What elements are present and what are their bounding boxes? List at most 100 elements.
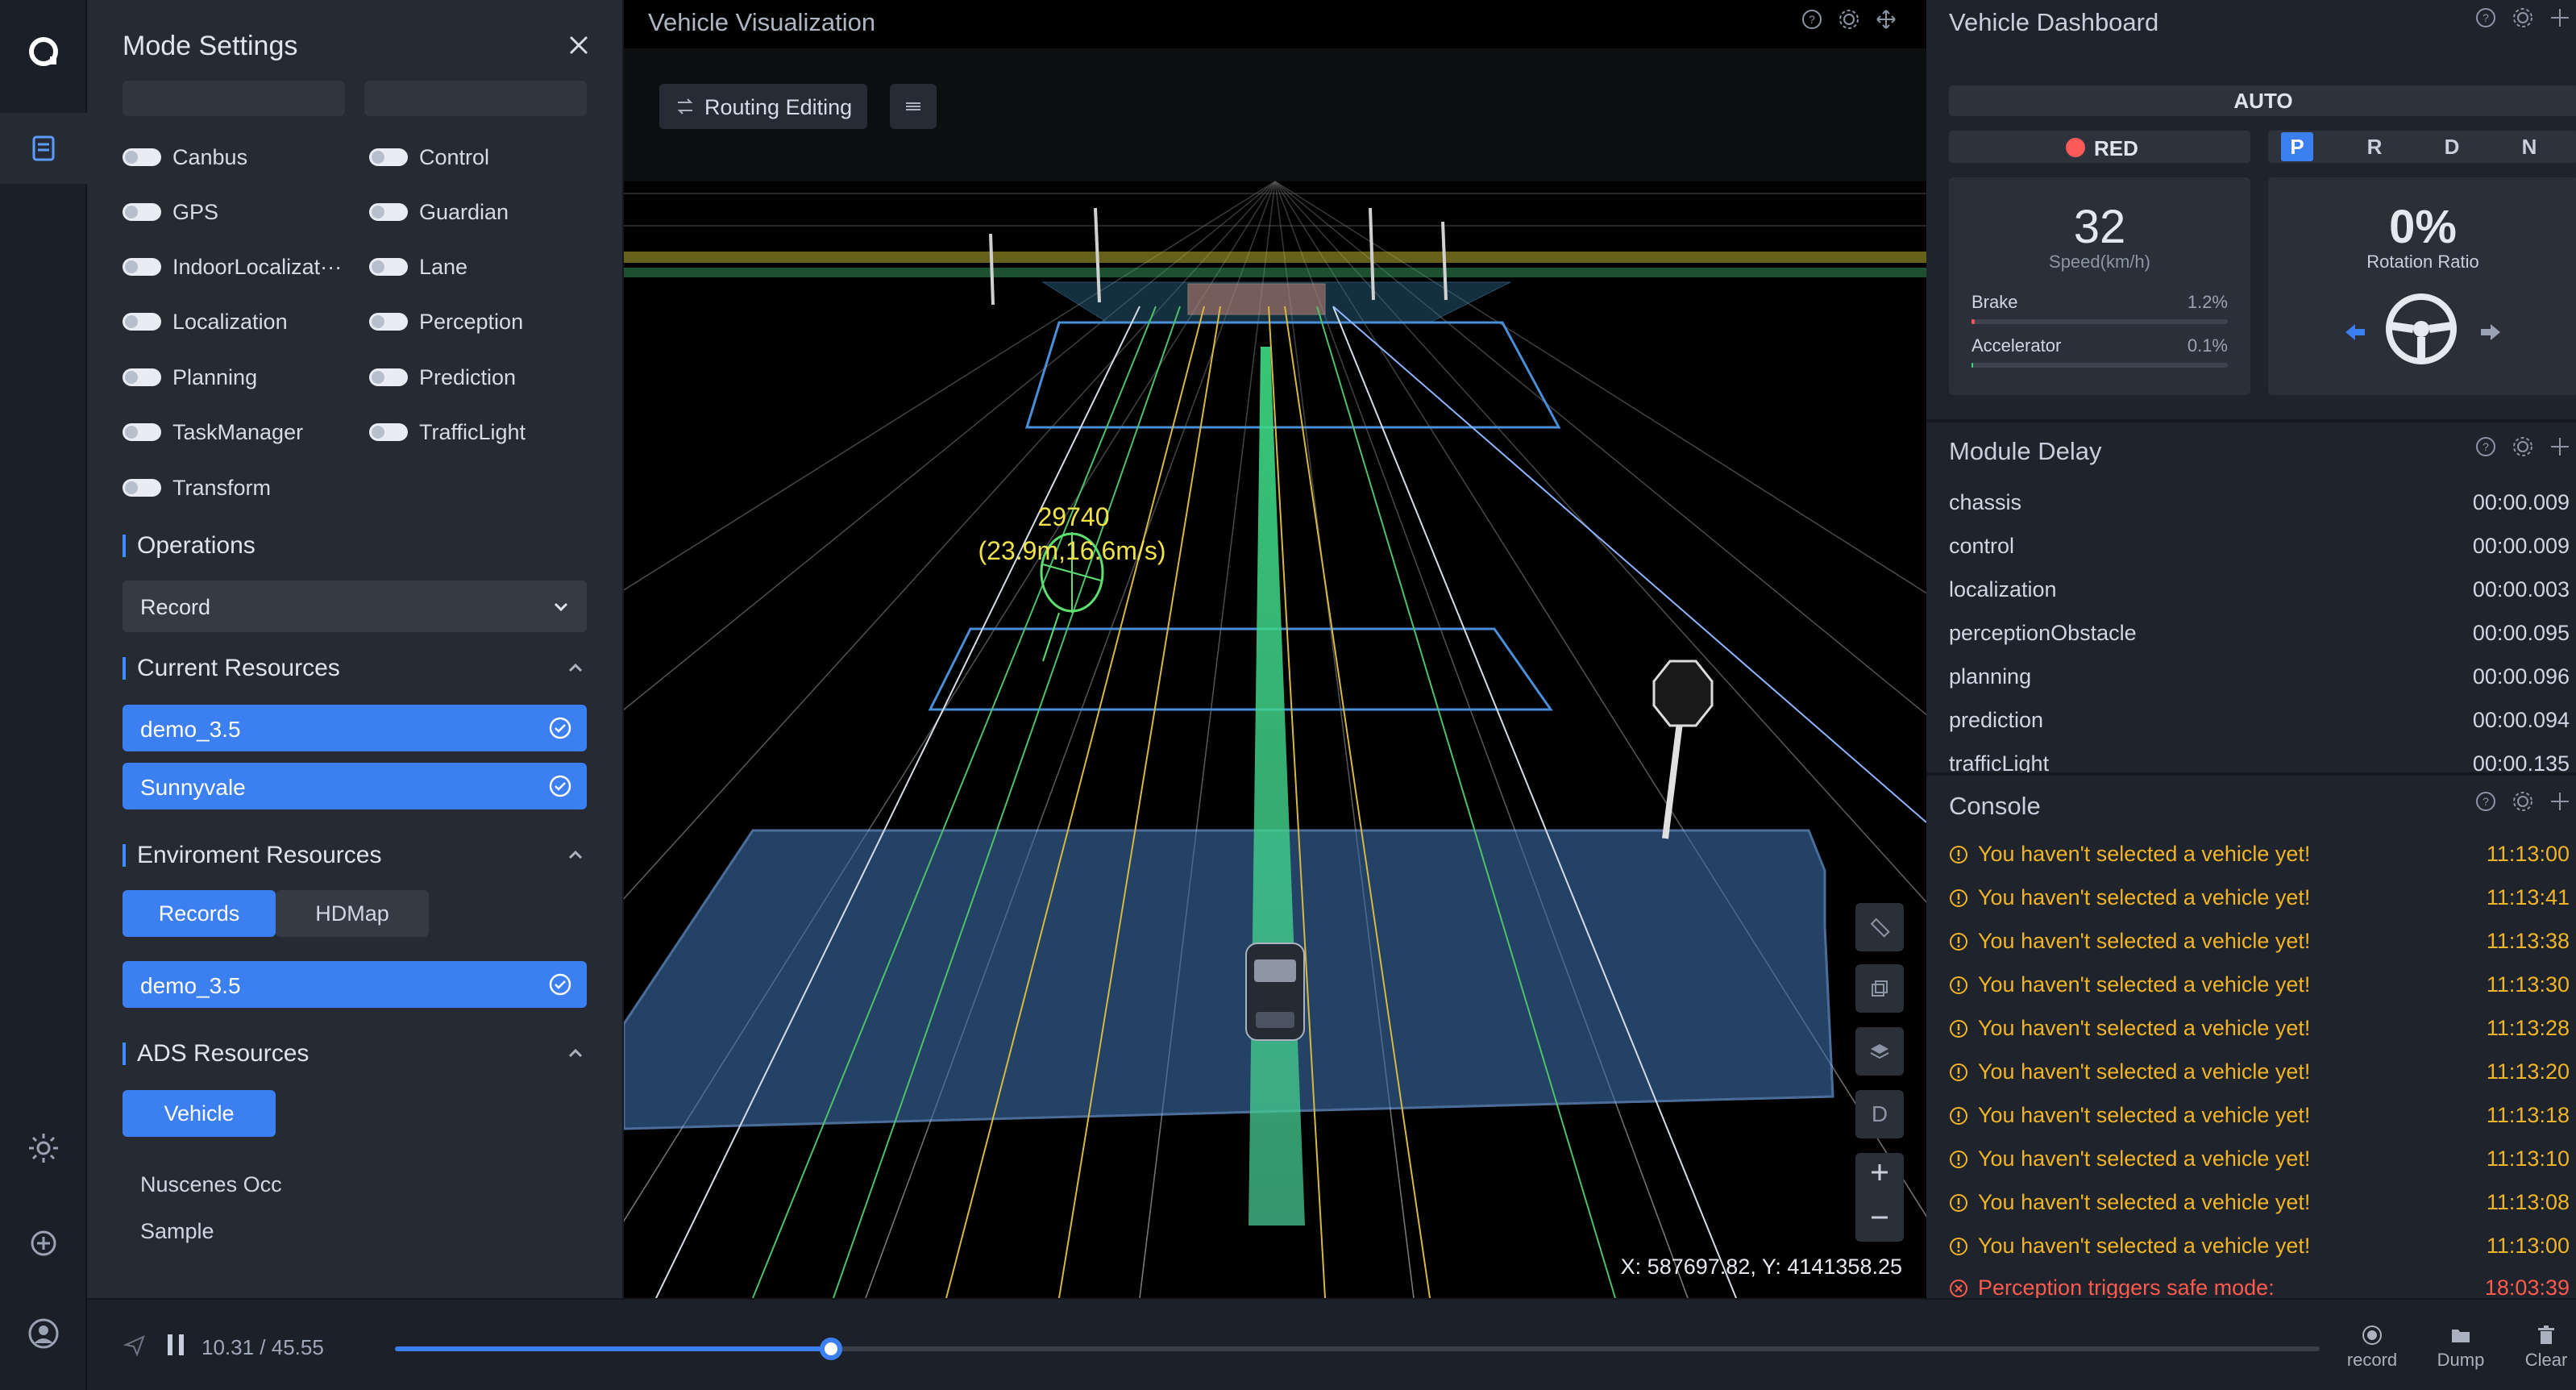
toggle-transform[interactable]: Transform xyxy=(123,470,271,506)
toggle-switch[interactable] xyxy=(369,423,408,441)
zoom-in-icon[interactable] xyxy=(1868,1161,1891,1184)
vehicle-visualization-panel[interactable]: 29740 (23.9m,16.6m/s) Vehicle Visualizat… xyxy=(624,0,1926,1298)
record-button[interactable]: record xyxy=(2336,1324,2408,1371)
settings-list-icon xyxy=(32,135,55,161)
toggle-prediction[interactable]: Prediction xyxy=(369,360,516,395)
toggle-taskmanager[interactable]: TaskManager xyxy=(123,414,303,450)
current-resource-item[interactable]: demo_3.5 xyxy=(123,705,587,751)
module-delay-title: Module Delay xyxy=(1949,437,2102,465)
trash-icon xyxy=(2538,1325,2554,1344)
toggle-perception[interactable]: Perception xyxy=(369,304,523,339)
toggle-planning[interactable]: Planning xyxy=(123,360,257,395)
toggle-trafficlight[interactable]: TrafficLight xyxy=(369,414,526,450)
user-avatar-icon[interactable] xyxy=(27,1317,60,1350)
svg-text:?: ? xyxy=(2483,440,2489,453)
accelerator-value: 0.1% xyxy=(2187,335,2228,356)
toggle-switch[interactable] xyxy=(369,313,408,331)
gear-icon[interactable] xyxy=(2512,6,2534,29)
toggle-switch[interactable] xyxy=(123,203,161,221)
help-icon[interactable]: ? xyxy=(2474,6,2497,29)
gear-selector: P R D N xyxy=(2268,131,2576,163)
module-delay-row: perceptionObstacle 00:00.095 xyxy=(1949,621,2570,645)
gear-p[interactable]: P xyxy=(2281,132,2313,161)
toggle-switch[interactable] xyxy=(123,368,161,386)
toggle-switch[interactable] xyxy=(369,368,408,386)
driving-mode-badge: AUTO xyxy=(1949,85,2576,116)
progress-handle[interactable] xyxy=(820,1338,842,1360)
routing-editing-button[interactable]: Routing Editing xyxy=(659,84,867,129)
accelerator-bar xyxy=(1971,363,2228,368)
operations-heading: Operations xyxy=(123,532,256,560)
ads-resource-item[interactable]: Sample xyxy=(140,1219,214,1244)
app-logo-icon[interactable] xyxy=(24,32,63,71)
drag-move-icon[interactable] xyxy=(2549,6,2571,29)
view-mode-button[interactable]: D xyxy=(1855,1090,1904,1138)
environment-resource-item[interactable]: demo_3.5 xyxy=(123,961,587,1008)
ruler-tool-button[interactable] xyxy=(1855,903,1904,951)
chevron-up-icon[interactable] xyxy=(564,656,587,679)
console-row: You haven't selected a vehicle yet! 11:13… xyxy=(1949,929,2570,972)
toggle-switch[interactable] xyxy=(369,148,408,166)
copy-tool-button[interactable] xyxy=(1855,964,1904,1013)
folder-icon xyxy=(2452,1330,2470,1342)
chevron-up-icon[interactable] xyxy=(564,843,587,866)
layers-tool-button[interactable] xyxy=(1855,1027,1904,1076)
toggle-switch[interactable] xyxy=(123,148,161,166)
clear-button[interactable]: Clear xyxy=(2510,1324,2576,1371)
toggle-switch[interactable] xyxy=(369,203,408,221)
module-delay-row: prediction 00:00.094 xyxy=(1949,708,2570,732)
toggle-canbus[interactable]: Canbus xyxy=(123,139,247,175)
operations-selected-value: Record xyxy=(140,595,211,619)
current-resource-item[interactable]: Sunnyvale xyxy=(123,763,587,809)
drag-move-icon[interactable] xyxy=(2549,790,2571,813)
obstacle-info-label: (23.9m,16.6m/s) xyxy=(978,536,1166,565)
gear-icon[interactable] xyxy=(1838,8,1860,31)
help-icon[interactable]: ? xyxy=(1801,8,1823,31)
toggle-localization[interactable]: Localization xyxy=(123,304,288,339)
toggle-gps[interactable]: GPS xyxy=(123,194,218,230)
dump-button[interactable]: Dump xyxy=(2424,1324,2497,1371)
gear-n[interactable]: N xyxy=(2513,132,2545,161)
svg-text:?: ? xyxy=(2483,11,2489,24)
toggle-switch[interactable] xyxy=(369,258,408,276)
console-row: You haven't selected a vehicle yet! 11:13… xyxy=(1949,1147,2570,1190)
close-icon[interactable] xyxy=(563,29,595,61)
toggle-switch[interactable] xyxy=(123,423,161,441)
gear-r[interactable]: R xyxy=(2358,132,2391,161)
gear-d[interactable]: D xyxy=(2436,132,2468,161)
tab-records[interactable]: Records xyxy=(123,890,276,937)
tab-hdmap[interactable]: HDMap xyxy=(276,890,429,937)
check-circle-icon xyxy=(549,775,571,797)
warning-icon xyxy=(1950,1238,1967,1255)
copy-icon xyxy=(1872,980,1888,997)
toggle-lane[interactable]: Lane xyxy=(369,249,467,285)
rotation-label: Rotation Ratio xyxy=(2366,252,2479,272)
help-icon[interactable]: ? xyxy=(2474,435,2497,458)
drag-move-icon[interactable] xyxy=(1875,8,1897,31)
scene-canvas[interactable]: 29740 (23.9m,16.6m/s) xyxy=(624,0,1926,1298)
layer-toggle-button[interactable] xyxy=(890,84,937,129)
toggle-indoorlocalization[interactable]: IndoorLocalizat··· xyxy=(123,249,342,285)
drag-move-icon[interactable] xyxy=(2549,435,2571,458)
toggle-switch[interactable] xyxy=(123,479,161,497)
send-icon[interactable] xyxy=(123,1334,147,1358)
help-icon[interactable]: ? xyxy=(2474,790,2497,813)
console-row: You haven't selected a vehicle yet! 11:13… xyxy=(1949,885,2570,929)
gear-icon[interactable] xyxy=(2512,790,2534,813)
toggle-switch[interactable] xyxy=(123,258,161,276)
operations-select[interactable]: Record xyxy=(123,581,587,632)
toggle-guardian[interactable]: Guardian xyxy=(369,194,509,230)
brake-value: 1.2% xyxy=(2187,292,2228,312)
rail-mode-settings[interactable] xyxy=(0,113,87,184)
toggle-switch[interactable] xyxy=(123,313,161,331)
pause-icon[interactable] xyxy=(164,1332,187,1358)
gear-icon[interactable] xyxy=(2512,435,2534,458)
chevron-up-icon[interactable] xyxy=(564,1042,587,1064)
vehicle-button[interactable]: Vehicle xyxy=(123,1090,276,1137)
progress-track[interactable] xyxy=(395,1338,2320,1360)
ads-resource-item[interactable]: Nuscenes Occ xyxy=(140,1172,282,1197)
zoom-out-icon[interactable] xyxy=(1868,1206,1891,1229)
toggle-control[interactable]: Control xyxy=(369,139,489,175)
add-circle-icon[interactable] xyxy=(27,1227,60,1259)
theme-sun-icon[interactable] xyxy=(27,1132,60,1164)
